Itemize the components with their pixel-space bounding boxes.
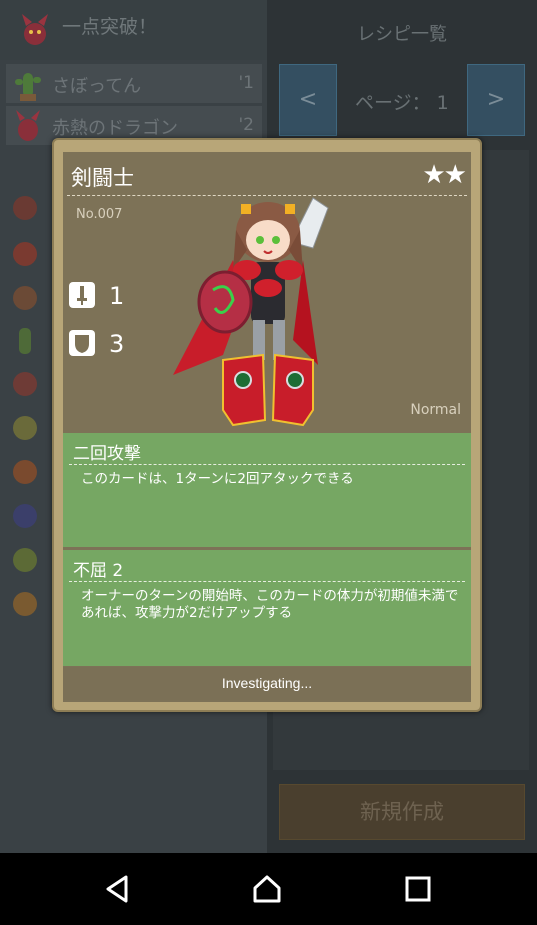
- skill-panel: 不屈 2 オーナーのターンの開始時、このカードの体力が初期値未満であれば、攻撃力…: [63, 550, 471, 666]
- card-status-bar: Investigating...: [63, 667, 471, 700]
- system-navigation-bar: [0, 853, 537, 925]
- card-detail-dialog: 剣闘士 ★★ No.007 1 3 Normal 二回攻撃 このカードは、1ター…: [52, 138, 482, 712]
- defense-value: 3: [109, 330, 125, 358]
- skill-name: 二回攻撃: [73, 444, 141, 464]
- skill-description: オーナーのターンの開始時、このカードの体力が初期値未満であれば、攻撃力が2だけア…: [81, 588, 459, 621]
- card-number: No.007: [76, 207, 123, 222]
- card-header-area: 剣闘士 ★★ No.007 1 3 Normal: [63, 152, 471, 432]
- skill-panel: 二回攻撃 このカードは、1ターンに2回アタックできる: [63, 433, 471, 547]
- home-icon[interactable]: [251, 873, 283, 905]
- recents-icon[interactable]: [402, 873, 434, 905]
- divider: [69, 464, 465, 465]
- attack-sword-icon: [69, 282, 95, 308]
- defense-shield-icon: [69, 330, 95, 356]
- card-rarity-label: Normal: [410, 402, 461, 418]
- skill-description: このカードは、1ターンに2回アタックできる: [81, 471, 354, 487]
- card-name: 剣闘士: [71, 166, 134, 190]
- rarity-stars: ★★: [422, 160, 467, 190]
- gladiator-character-illustration: [173, 197, 329, 427]
- skill-name: 不屈 2: [73, 561, 124, 581]
- divider: [69, 581, 465, 582]
- attack-value: 1: [109, 282, 125, 310]
- card-frame: 剣闘士 ★★ No.007 1 3 Normal 二回攻撃 このカードは、1ター…: [63, 152, 471, 702]
- back-icon[interactable]: [102, 873, 134, 905]
